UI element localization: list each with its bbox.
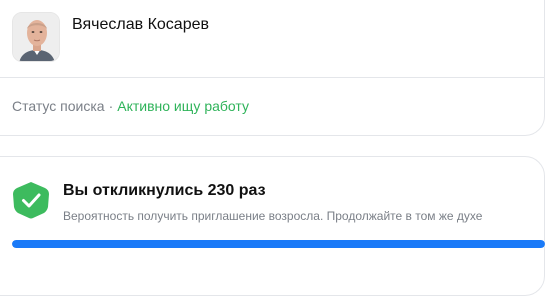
check-badge [11, 180, 51, 220]
responses-progress-bar [12, 240, 545, 248]
check-icon [13, 182, 49, 219]
responses-card [0, 156, 545, 296]
profile-name[interactable]: Вячеслав Косарев [72, 15, 209, 35]
divider [0, 77, 545, 78]
responses-title: Вы откликнулись 230 раз [63, 182, 266, 199]
search-status-value[interactable]: Активно ищу работу [117, 98, 249, 114]
avatar[interactable] [12, 12, 60, 62]
separator-dot: · [108, 98, 114, 114]
search-status-label: Статус поиска [12, 98, 105, 114]
search-status[interactable]: Статус поиска · Активно ищу работу [12, 97, 249, 115]
user-photo-icon [13, 13, 59, 61]
progress-fill [12, 240, 545, 248]
responses-subtitle: Вероятность получить приглашение возросл… [63, 209, 483, 223]
